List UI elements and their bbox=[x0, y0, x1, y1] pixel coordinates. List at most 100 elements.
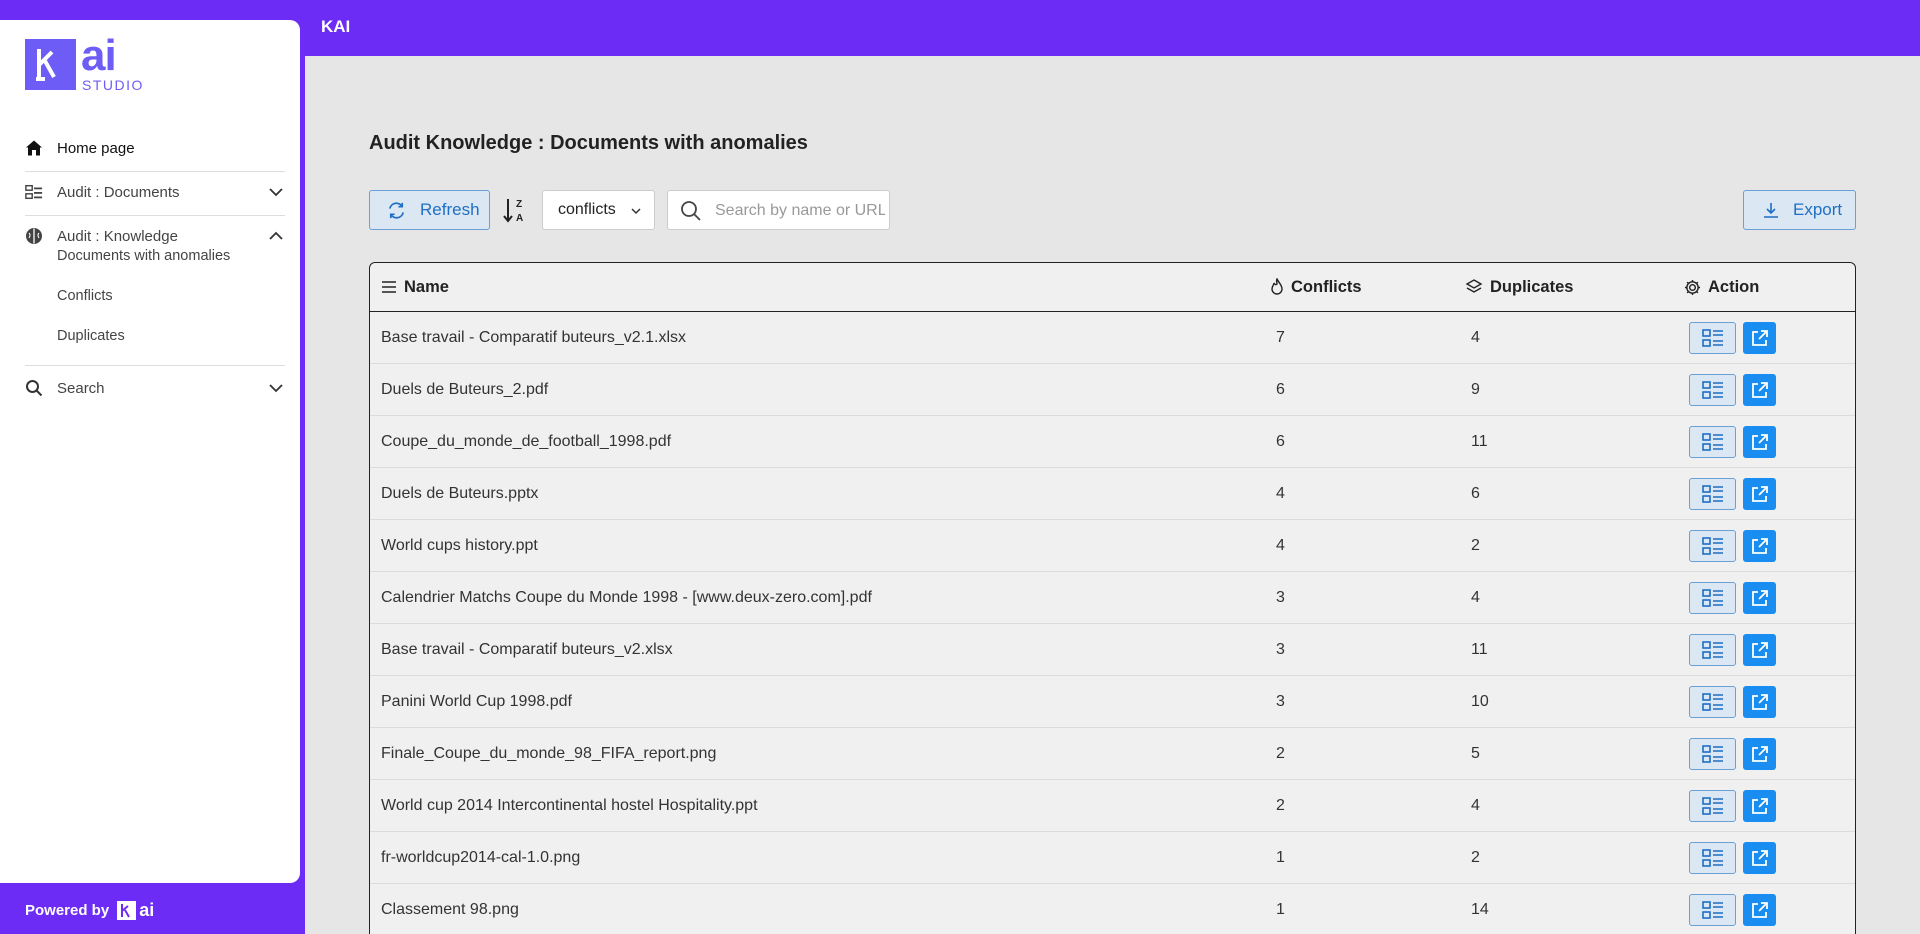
column-header-conflicts[interactable]: Conflicts bbox=[1270, 263, 1362, 311]
external-link-icon bbox=[1751, 485, 1769, 503]
export-label: Export bbox=[1793, 200, 1843, 219]
external-link-icon bbox=[1751, 381, 1769, 399]
view-details-button[interactable] bbox=[1689, 686, 1736, 718]
search-box[interactable] bbox=[667, 190, 890, 230]
list-lines-icon bbox=[382, 281, 396, 293]
table-row[interactable]: World cup 2014 Intercontinental hostel H… bbox=[370, 780, 1855, 832]
open-document-button[interactable] bbox=[1743, 738, 1776, 770]
document-name[interactable]: World cups history.ppt bbox=[381, 537, 538, 555]
open-document-button[interactable] bbox=[1743, 478, 1776, 510]
document-name[interactable]: Duels de Buteurs.pptx bbox=[381, 485, 538, 503]
view-details-button[interactable] bbox=[1689, 322, 1736, 354]
refresh-button[interactable]: Refresh bbox=[369, 190, 490, 230]
document-name[interactable]: Coupe_du_monde_de_football_1998.pdf bbox=[381, 433, 671, 451]
open-document-button[interactable] bbox=[1743, 894, 1776, 926]
document-name[interactable]: Duels de Buteurs_2.pdf bbox=[381, 381, 548, 399]
external-link-icon bbox=[1751, 537, 1769, 555]
anomalies-table: Name Conflicts Duplicates Action Base tr… bbox=[369, 262, 1856, 934]
view-details-button[interactable] bbox=[1689, 842, 1736, 874]
sort-field-select[interactable]: conflicts bbox=[542, 190, 655, 230]
view-details-button[interactable] bbox=[1689, 374, 1736, 406]
column-header-duplicates[interactable]: Duplicates bbox=[1465, 263, 1573, 311]
document-name[interactable]: Base travail - Comparatif buteurs_v2.1.x… bbox=[381, 329, 686, 347]
open-document-button[interactable] bbox=[1743, 634, 1776, 666]
conflicts-count: 3 bbox=[1276, 693, 1285, 710]
detail-list-icon bbox=[1701, 485, 1724, 503]
kai-studio-logo[interactable]: ai STUDIO bbox=[25, 31, 155, 93]
table-row[interactable]: Panini World Cup 1998.pdf 3 10 bbox=[370, 676, 1855, 728]
table-row[interactable]: Base travail - Comparatif buteurs_v2.1.x… bbox=[370, 312, 1855, 364]
view-details-button[interactable] bbox=[1689, 738, 1736, 770]
view-details-button[interactable] bbox=[1689, 426, 1736, 458]
sidebar-item-search[interactable]: Search bbox=[0, 368, 300, 408]
table-row[interactable]: Calendrier Matchs Coupe du Monde 1998 - … bbox=[370, 572, 1855, 624]
home-icon bbox=[25, 139, 43, 157]
view-details-button[interactable] bbox=[1689, 894, 1736, 926]
column-header-name[interactable]: Name bbox=[381, 263, 449, 311]
app-title: KAI bbox=[321, 17, 351, 36]
svg-text:Z: Z bbox=[516, 199, 522, 210]
conflicts-count: 4 bbox=[1276, 485, 1285, 502]
view-details-button[interactable] bbox=[1689, 790, 1736, 822]
search-input[interactable] bbox=[715, 200, 885, 222]
detail-list-icon bbox=[1701, 589, 1724, 607]
document-name[interactable]: Base travail - Comparatif buteurs_v2.xls… bbox=[381, 641, 673, 659]
column-label: Conflicts bbox=[1291, 277, 1362, 296]
duplicates-count: 11 bbox=[1471, 641, 1488, 658]
external-link-icon bbox=[1751, 641, 1769, 659]
document-name[interactable]: Classement 98.png bbox=[381, 901, 519, 919]
table-row[interactable]: Duels de Buteurs.pptx 4 6 bbox=[370, 468, 1855, 520]
duplicates-count: 9 bbox=[1471, 381, 1480, 398]
view-details-button[interactable] bbox=[1689, 582, 1736, 614]
view-details-button[interactable] bbox=[1689, 478, 1736, 510]
table-row[interactable]: World cups history.ppt 4 2 bbox=[370, 520, 1855, 572]
kai-mini-logo: ai bbox=[117, 900, 154, 921]
table-row[interactable]: Finale_Coupe_du_monde_98_FIFA_report.png… bbox=[370, 728, 1855, 780]
document-name[interactable]: Finale_Coupe_du_monde_98_FIFA_report.png bbox=[381, 745, 716, 763]
export-button[interactable]: Export bbox=[1743, 190, 1856, 230]
detail-list-icon bbox=[1701, 797, 1724, 815]
document-name[interactable]: Calendrier Matchs Coupe du Monde 1998 - … bbox=[381, 589, 872, 607]
table-row[interactable]: Duels de Buteurs_2.pdf 6 9 bbox=[370, 364, 1855, 416]
chevron-down-icon[interactable] bbox=[268, 380, 284, 396]
open-document-button[interactable] bbox=[1743, 322, 1776, 354]
external-link-icon bbox=[1751, 693, 1769, 711]
external-link-icon bbox=[1751, 329, 1769, 347]
sidebar-subitem-duplicates[interactable]: Duplicates bbox=[57, 328, 125, 344]
view-details-button[interactable] bbox=[1689, 530, 1736, 562]
document-name[interactable]: fr-worldcup2014-cal-1.0.png bbox=[381, 849, 580, 867]
detail-list-icon bbox=[1701, 901, 1724, 919]
conflicts-count: 3 bbox=[1276, 641, 1285, 658]
svg-text:A: A bbox=[516, 213, 523, 224]
document-name[interactable]: Panini World Cup 1998.pdf bbox=[381, 693, 572, 711]
sort-alpha-desc-icon[interactable]: Z A bbox=[502, 196, 528, 224]
sidebar-item-home[interactable]: Home page bbox=[0, 128, 300, 168]
table-row[interactable]: Classement 98.png 1 14 bbox=[370, 884, 1855, 934]
document-name[interactable]: World cup 2014 Intercontinental hostel H… bbox=[381, 797, 758, 815]
chevron-up-icon[interactable] bbox=[268, 228, 284, 244]
view-details-button[interactable] bbox=[1689, 634, 1736, 666]
sidebar-subitem-conflicts[interactable]: Conflicts bbox=[57, 288, 113, 304]
table-row[interactable]: fr-worldcup2014-cal-1.0.png 1 2 bbox=[370, 832, 1855, 884]
table-row[interactable]: Coupe_du_monde_de_football_1998.pdf 6 11 bbox=[370, 416, 1855, 468]
open-document-button[interactable] bbox=[1743, 790, 1776, 822]
refresh-icon bbox=[389, 201, 404, 219]
sidebar-item-audit-documents[interactable]: Audit : Documents bbox=[0, 172, 300, 212]
sidebar-item-label: Audit : Knowledge bbox=[57, 227, 178, 245]
conflicts-count: 4 bbox=[1276, 537, 1285, 554]
conflicts-count: 3 bbox=[1276, 589, 1285, 606]
open-document-button[interactable] bbox=[1743, 686, 1776, 718]
sidebar-subitem-documents-with-anomalies[interactable]: Documents with anomalies bbox=[57, 248, 230, 264]
page-title: Audit Knowledge : Documents with anomali… bbox=[369, 132, 808, 154]
open-document-button[interactable] bbox=[1743, 530, 1776, 562]
conflicts-count: 1 bbox=[1276, 849, 1285, 866]
chevron-down-icon[interactable] bbox=[268, 184, 284, 200]
open-document-button[interactable] bbox=[1743, 842, 1776, 874]
open-document-button[interactable] bbox=[1743, 374, 1776, 406]
open-document-button[interactable] bbox=[1743, 426, 1776, 458]
sort-field-value: conflicts bbox=[558, 201, 616, 218]
detail-list-icon bbox=[1701, 849, 1724, 867]
duplicates-count: 10 bbox=[1471, 693, 1489, 710]
table-row[interactable]: Base travail - Comparatif buteurs_v2.xls… bbox=[370, 624, 1855, 676]
open-document-button[interactable] bbox=[1743, 582, 1776, 614]
